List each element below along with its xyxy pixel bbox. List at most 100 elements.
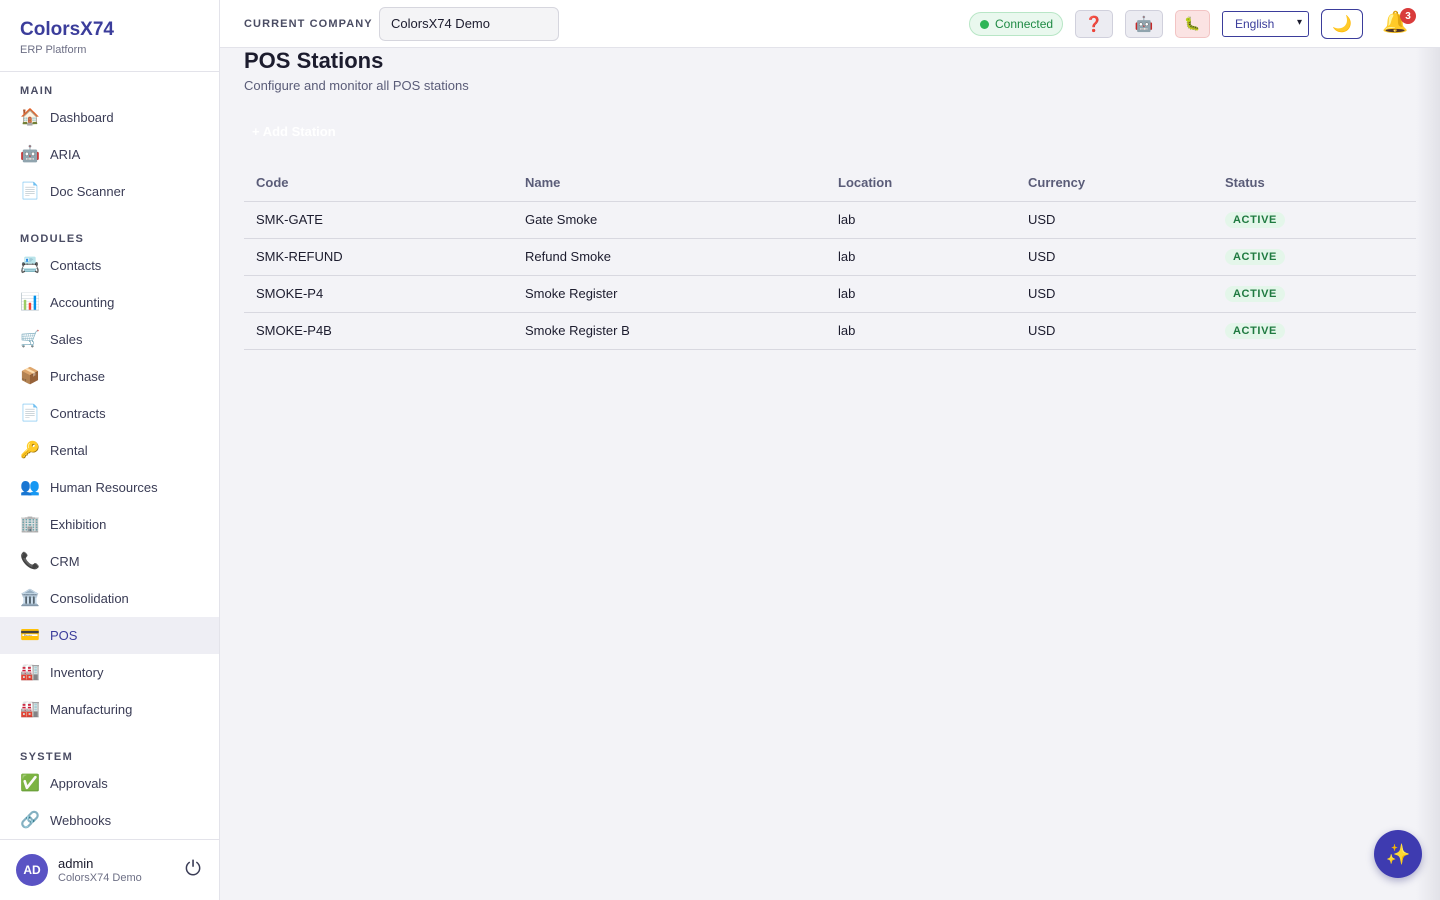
- column-header-location[interactable]: Location: [826, 164, 1016, 202]
- avatar[interactable]: AD: [16, 854, 48, 886]
- column-header-currency[interactable]: Currency: [1016, 164, 1213, 202]
- help-button[interactable]: ❓: [1075, 10, 1113, 38]
- pos-icon: 💳: [20, 626, 40, 644]
- ai-assistant-fab[interactable]: ✨: [1374, 830, 1422, 878]
- bug-icon: 🐛: [1184, 16, 1201, 31]
- sidebar-item-rental[interactable]: 🔑 Rental: [0, 432, 219, 469]
- pos-stations-table: Code Name Location Currency Status SMK-G…: [244, 164, 1416, 350]
- cell-status: ACTIVE: [1213, 238, 1416, 276]
- purchase-icon: 📦: [20, 367, 40, 385]
- consolidation-icon: 🏛️: [20, 589, 40, 607]
- status-badge: ACTIVE: [1225, 212, 1285, 228]
- bug-report-button[interactable]: 🐛: [1175, 10, 1210, 38]
- chevron-down-icon: ▾: [1296, 17, 1302, 28]
- cell-code: SMOKE-P4: [244, 275, 513, 313]
- cell-name: Smoke Register B: [513, 312, 826, 350]
- connection-status-badge: Connected: [969, 12, 1063, 36]
- sidebar-item-exhibition[interactable]: 🏢 Exhibition: [0, 506, 219, 543]
- table-body: SMK-GATE Gate Smoke lab USD ACTIVE SMK-REFUND…: [244, 201, 1416, 350]
- cell-location: lab: [826, 238, 1016, 276]
- sidebar-item-contacts[interactable]: 📇 Contacts: [0, 247, 219, 284]
- rental-icon: 🔑: [20, 441, 40, 459]
- column-header-name[interactable]: Name: [513, 164, 826, 202]
- sidebar-item-purchase[interactable]: 📦 Purchase: [0, 358, 219, 395]
- sidebar-item-label: ARIA: [50, 147, 81, 162]
- sidebar-item-sales[interactable]: 🛒 Sales: [0, 321, 219, 358]
- sidebar-item-label: Purchase: [50, 369, 105, 384]
- status-badge: ACTIVE: [1225, 249, 1285, 265]
- add-station-button[interactable]: + Add Station: [252, 124, 336, 139]
- sidebar-item-accounting[interactable]: 📊 Accounting: [0, 284, 219, 321]
- cell-code: SMK-REFUND: [244, 238, 513, 276]
- sidebar-nav: MAIN 🏠 Dashboard 🤖 ARIA 📄 Doc Scanner MODULES 📇 C…: [0, 84, 219, 839]
- cell-location: lab: [826, 312, 1016, 350]
- cell-code: SMK-GATE: [244, 201, 513, 239]
- sidebar-item-label: Accounting: [50, 295, 115, 310]
- logout-icon[interactable]: ⏻: [185, 858, 201, 880]
- brand-title[interactable]: ColorsX74: [20, 19, 199, 41]
- sidebar-item-approvals[interactable]: ✅ Approvals: [0, 765, 219, 802]
- sidebar-item-webhooks[interactable]: 🔗 Webhooks: [0, 802, 219, 839]
- user-name: admin: [58, 855, 94, 871]
- sidebar-item-consolidation[interactable]: 🏛️ Consolidation: [0, 580, 219, 617]
- brand-subtitle: ERP Platform: [20, 44, 87, 56]
- table-row[interactable]: SMOKE-P4 Smoke Register lab USD ACTIVE: [244, 275, 1416, 313]
- status-dot-icon: [980, 19, 989, 29]
- company-select[interactable]: ColorsX74 Demo: [379, 7, 559, 41]
- cell-status: ACTIVE: [1213, 312, 1416, 350]
- robot-icon: 🤖: [1134, 16, 1154, 33]
- assistant-button[interactable]: 🤖: [1125, 10, 1163, 38]
- section-label-system: SYSTEM: [20, 751, 74, 763]
- sidebar-item-dashboard[interactable]: 🏠 Dashboard: [0, 99, 219, 136]
- cell-status: ACTIVE: [1213, 201, 1416, 239]
- status-badge: ACTIVE: [1225, 323, 1285, 339]
- table-row[interactable]: SMOKE-P4B Smoke Register Blab USD ACTIVE: [244, 312, 1416, 350]
- sidebar-item-label: Inventory: [50, 665, 104, 680]
- language-select[interactable]: English ▾: [1222, 11, 1309, 37]
- cell-currency: USD: [1016, 275, 1213, 313]
- sidebar-item-doc-scanner[interactable]: 📄 Doc Scanner: [0, 173, 219, 210]
- connection-status-text: Connected: [995, 17, 1054, 31]
- table-row[interactable]: SMK-REFUND Refund Smoke lab USD ACTIVE: [244, 238, 1416, 276]
- webhooks-icon: 🔗: [20, 811, 40, 829]
- aria-icon: 🤖: [20, 145, 40, 163]
- user-panel: AD admin ColorsX74 Demo ⏻: [0, 839, 219, 900]
- approvals-icon: ✅: [20, 774, 40, 792]
- help-icon: ❓: [1084, 16, 1104, 33]
- sidebar-item-manufacturing[interactable]: 🏭 Manufacturing: [0, 691, 219, 728]
- contracts-icon: 📄: [20, 404, 40, 422]
- exhibition-icon: 🏢: [20, 515, 40, 533]
- cell-location: lab: [826, 275, 1016, 313]
- page-subtitle: Configure and monitor all POS stations: [244, 78, 469, 93]
- sidebar-item-contracts[interactable]: 📄 Contracts: [0, 395, 219, 432]
- sidebar-item-inventory[interactable]: 🏭 Inventory: [0, 654, 219, 691]
- sidebar-item-aria[interactable]: 🤖 ARIA: [0, 136, 219, 173]
- column-header-status[interactable]: Status: [1213, 164, 1416, 202]
- sidebar-item-label: Webhooks: [50, 813, 112, 828]
- dashboard-icon: 🏠: [20, 108, 40, 126]
- inventory-icon: 🏭: [20, 663, 40, 681]
- cell-status: ACTIVE: [1213, 275, 1416, 313]
- cell-name: Gate Smoke: [513, 201, 826, 239]
- sidebar-item-label: Manufacturing: [50, 702, 133, 717]
- crm-icon: 📞: [20, 552, 40, 570]
- sidebar-item-crm[interactable]: 📞 CRM: [0, 543, 219, 580]
- notification-count-badge: 3: [1400, 8, 1416, 24]
- main-content: POS Stations Configure and monitor all P…: [220, 48, 1440, 900]
- sidebar: ColorsX74 ERP Platform MAIN 🏠 Dashboard 🤖 AR…: [0, 0, 220, 900]
- contacts-icon: 📇: [20, 256, 40, 274]
- sparkles-icon: ✨: [1385, 843, 1411, 866]
- theme-toggle-button[interactable]: 🌙: [1321, 9, 1363, 39]
- sidebar-item-label: Sales: [50, 332, 83, 347]
- column-header-code[interactable]: Code: [244, 164, 513, 202]
- section-label-modules: MODULES: [20, 233, 85, 245]
- table-row[interactable]: SMK-GATE Gate Smoke lab USD ACTIVE: [244, 201, 1416, 239]
- cell-code: SMOKE-P4B: [244, 312, 513, 350]
- sidebar-item-label: CRM: [50, 554, 80, 569]
- page-title: POS Stations: [244, 48, 384, 73]
- sidebar-item-human-resources[interactable]: 👥 Human Resources: [0, 469, 219, 506]
- sidebar-item-pos[interactable]: 💳 POS: [0, 617, 219, 654]
- sidebar-item-label: Doc Scanner: [50, 184, 126, 199]
- cell-location: lab: [826, 201, 1016, 239]
- sidebar-item-label: Rental: [50, 443, 88, 458]
